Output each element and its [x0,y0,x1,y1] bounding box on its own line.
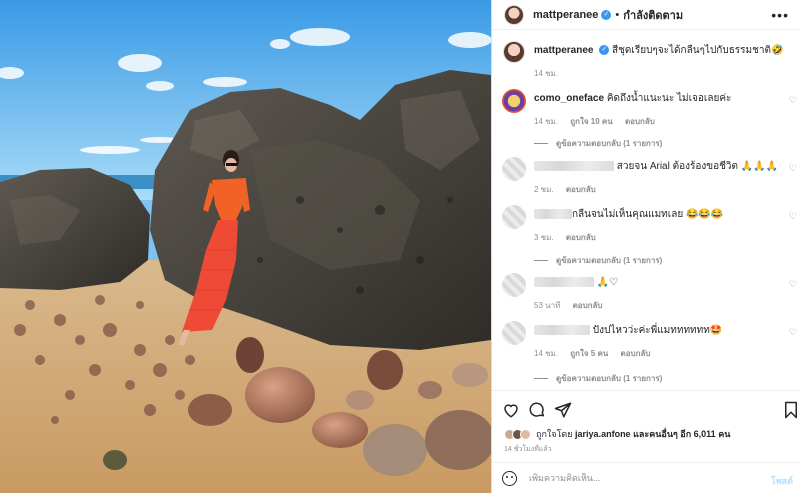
comment-username[interactable]: como_oneface [534,93,604,104]
blurred-username [534,277,594,288]
reply-button[interactable]: ตอบกลับ [573,301,603,310]
post-comment-button[interactable]: โพสต์ [771,474,793,488]
commenter-avatar[interactable] [502,157,526,181]
comment-text: ปังปไหวว่ะค่ะพี่แมทททททท🤩 [592,325,723,336]
comment-likes[interactable]: ถูกใจ 10 คน [570,117,612,126]
view-replies-button[interactable]: ดูข้อความตอบกลับ (1 รายการ) [534,137,662,150]
share-icon[interactable] [554,401,572,419]
more-icon[interactable]: ••• [771,7,789,23]
add-comment-bar: โพสต์ [492,462,800,493]
like-comment-heart-icon[interactable]: ♡ [789,163,797,174]
reply-button[interactable]: ตอบกลับ [566,185,596,194]
post-time: 14 ชั่วโมงที่แล้ว [504,446,552,453]
verified-badge-icon: ✓ [601,9,612,20]
liker-avatar [520,428,531,440]
like-comment-heart-icon[interactable]: ♡ [789,327,797,338]
comment-text: สวยจน Arial ต้องร้องขอชีวิต 🙏🙏🙏 [616,161,779,172]
separator-dot: • [615,8,620,21]
comment-time: 14 ชม. [534,349,559,358]
author-username[interactable]: mattperanee [533,9,598,21]
commenter-avatar[interactable] [502,205,526,229]
blurred-username [534,161,614,172]
post-photo[interactable] [0,0,491,493]
likes-count[interactable]: และคนอื่นๆ อีก 6,011 คน [633,429,730,439]
view-replies-button[interactable]: ดูข้อความตอบกลับ (1 รายการ) [534,254,662,267]
like-comment-heart-icon[interactable]: ♡ [789,95,797,106]
caption-text: สีชุดเรียบๆจะได้กลืนๆไปกับธรรมชาติ🤣 [612,45,784,56]
comments-list[interactable]: mattperanee ✓ สีชุดเรียบๆจะได้กลืนๆไปกับ… [492,31,800,389]
commenter-avatar[interactable] [502,273,526,297]
comment-icon[interactable] [528,401,546,419]
comment-text: กลืนจนไม่เห็นคุณแมทเลย 😂😂😂 [572,209,724,220]
blurred-username [534,209,572,220]
view-replies-button[interactable]: ดูข้อความตอบกลับ (1 รายการ) [534,372,662,385]
blurred-username [534,325,590,336]
like-comment-heart-icon[interactable]: ♡ [789,211,797,222]
bookmark-icon[interactable] [782,401,800,419]
commenter-avatar[interactable] [502,89,526,113]
comment-time: 2 ชม. [534,185,554,194]
author-avatar[interactable] [504,4,524,25]
liked-by-prefix: ถูกใจโดย [536,429,573,439]
caption-time: 14 ชม. [534,69,559,78]
liked-by: ถูกใจโดย jariya.anfone และคนอื่นๆ อีก 6,… [504,427,730,441]
comment-time: 53 นาที [534,301,561,310]
comment-input[interactable] [529,473,759,483]
reply-button[interactable]: ตอบกลับ [621,349,651,358]
comment-text: คิดถึงน้ำแนะนะ ไม่เจอเลยค่ะ [606,93,732,104]
post-detail-pane: mattperanee ✓ • กำลังติดตาม ••• mattpera… [491,0,800,493]
heart-icon[interactable] [502,401,520,419]
commenter-avatar[interactable] [502,321,526,345]
beach-rocks-image [0,0,491,493]
like-comment-heart-icon[interactable]: ♡ [789,279,797,290]
reply-button[interactable]: ตอบกลับ [625,117,655,126]
comment-likes[interactable]: ถูกใจ 5 คน [570,349,608,358]
liked-by-user[interactable]: jariya.anfone [575,429,631,439]
verified-badge-icon: ✓ [599,45,610,56]
caption-username[interactable]: mattperanee [534,45,593,56]
following-button[interactable]: กำลังติดตาม [623,6,683,24]
caption-avatar[interactable] [503,41,525,63]
post-actions: ถูกใจโดย jariya.anfone และคนอื่นๆ อีก 6,… [492,390,800,460]
comment-time: 3 ชม. [534,233,554,242]
reply-button[interactable]: ตอบกลับ [566,233,596,242]
emoji-icon[interactable] [502,470,517,486]
post-header: mattperanee ✓ • กำลังติดตาม ••• [492,0,800,30]
comment-text: 🙏♡ [596,277,619,288]
comment-time: 14 ชม. [534,117,559,126]
